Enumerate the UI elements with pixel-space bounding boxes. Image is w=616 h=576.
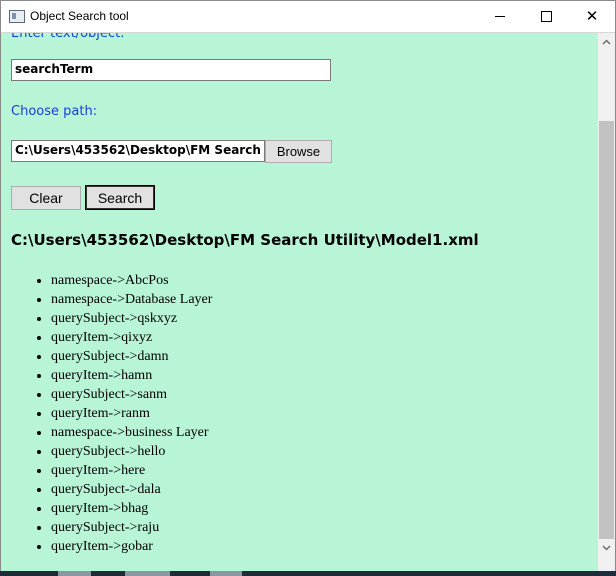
search-input[interactable]: searchTerm [11,59,331,81]
result-item: namespace->business Layer [51,423,212,442]
taskbar-segment [210,571,242,576]
result-item: queryItem->gobar [51,537,212,556]
title-bar[interactable]: Object Search tool ✕ [1,1,615,33]
taskbar-segment [58,571,91,576]
taskbar-segment [125,571,170,576]
result-item: querySubject->hello [51,442,212,461]
result-item: querySubject->dala [51,480,212,499]
window-icon [9,10,25,23]
enter-text-label: Enter text/object: [11,33,125,41]
scrollbar-thumb[interactable] [599,121,614,539]
window-title: Object Search tool [30,9,129,23]
browse-button[interactable]: Browse [265,140,332,163]
close-button[interactable]: ✕ [569,1,615,32]
result-item: queryItem->bhag [51,499,212,518]
clear-button[interactable]: Clear [11,186,81,210]
maximize-icon [540,11,552,22]
main-content: Enter text/object: searchTerm Choose pat… [1,33,598,573]
maximize-button[interactable] [523,1,569,32]
app-window: Object Search tool ✕ Enter text/object: … [0,0,616,576]
result-item: querySubject->sanm [51,385,212,404]
search-button[interactable]: Search [85,185,155,210]
vertical-scrollbar[interactable] [598,33,615,573]
choose-path-label: Choose path: [11,104,98,119]
chevron-down-icon[interactable] [598,539,615,556]
result-item: querySubject->damn [51,347,212,366]
close-icon: ✕ [585,7,599,25]
result-item: querySubject->qskxyz [51,309,212,328]
minimize-button[interactable] [477,1,523,32]
results-list: namespace->AbcPos namespace->Database La… [31,271,212,556]
result-item: queryItem->qixyz [51,328,212,347]
minimize-icon [495,16,505,17]
result-item: queryItem->here [51,461,212,480]
result-item: namespace->AbcPos [51,271,212,290]
result-item: queryItem->ranm [51,404,212,423]
result-item: namespace->Database Layer [51,290,212,309]
result-item: querySubject->raju [51,518,212,537]
result-item: queryItem->hamn [51,366,212,385]
chevron-up-icon[interactable] [598,33,615,50]
result-file-path: C:\Users\453562\Desktop\FM Search Utilit… [11,231,479,249]
path-input[interactable]: C:\Users\453562\Desktop\FM Search Utilit… [11,140,265,162]
taskbar-edge [0,571,616,576]
